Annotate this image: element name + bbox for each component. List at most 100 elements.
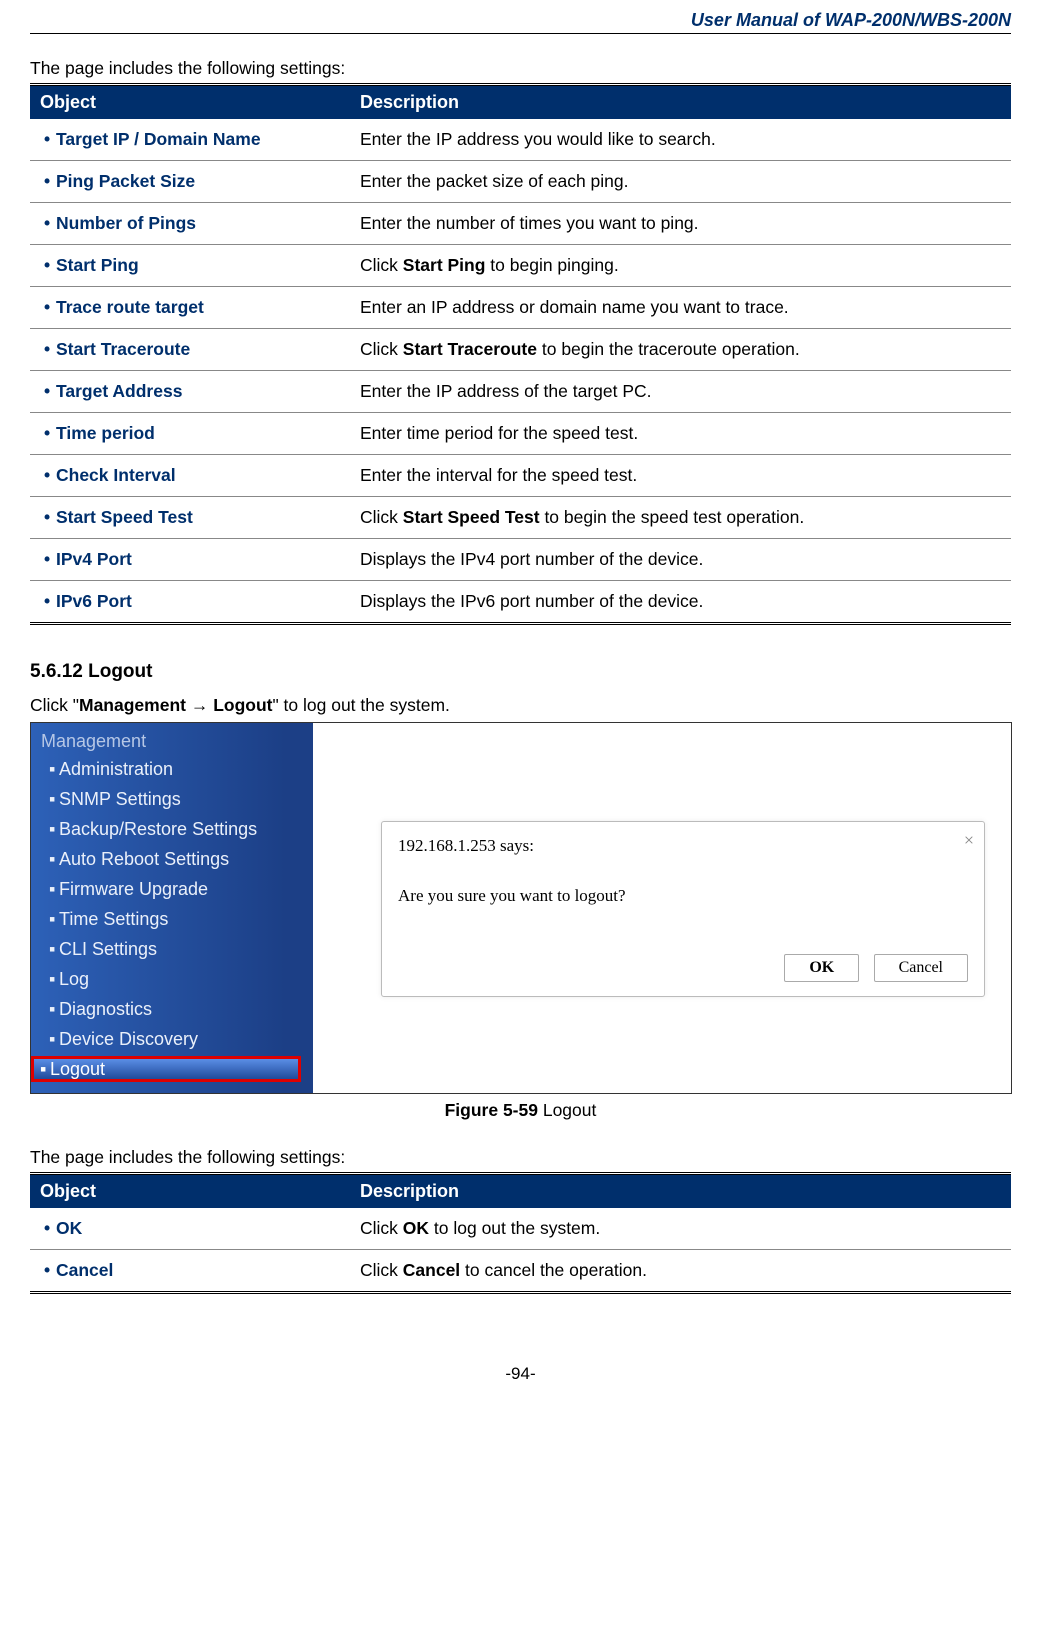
instr-pre: Click "	[30, 695, 79, 715]
dialog-message: Are you sure you want to logout?	[398, 886, 968, 906]
figure-caption: Figure 5-59 Logout	[30, 1100, 1011, 1121]
object-label: Time period	[56, 423, 155, 443]
sidebar-title: Management	[31, 729, 313, 754]
sidebar-item-label: Backup/Restore Settings	[59, 819, 257, 839]
logout-instruction: Click "Management → Logout" to log out t…	[30, 695, 1011, 716]
object-cell: •Target Address	[30, 371, 350, 413]
object-cell: •Trace route target	[30, 287, 350, 329]
description-cell: Displays the IPv6 port number of the dev…	[350, 581, 1011, 623]
description-cell: Enter the packet size of each ping.	[350, 161, 1011, 203]
object-label: Target IP / Domain Name	[56, 129, 261, 149]
sidebar-item-label: Log	[59, 969, 89, 989]
sidebar-item[interactable]: ▪Device Discovery	[31, 1024, 313, 1054]
settings-table-1-wrap: Object Description •Target IP / Domain N…	[30, 83, 1011, 625]
header-separator	[30, 33, 1011, 34]
object-label: Ping Packet Size	[56, 171, 195, 191]
table-row: •Start TracerouteClick Start Traceroute …	[30, 329, 1011, 371]
bullet-icon: ▪	[49, 846, 59, 872]
table-row: •Start PingClick Start Ping to begin pin…	[30, 245, 1011, 287]
desc-post: to cancel the operation.	[460, 1260, 647, 1280]
bullet-icon: ▪	[49, 966, 59, 992]
object-cell: •OK	[30, 1208, 350, 1250]
object-label: Trace route target	[56, 297, 204, 317]
bullet-icon: ▪	[49, 876, 59, 902]
desc-pre: Displays the IPv4 port number of the dev…	[360, 549, 703, 569]
object-label: Start Ping	[56, 255, 139, 275]
object-label: Check Interval	[56, 465, 176, 485]
sidebar-item-logout[interactable]: ▪ Logout	[31, 1056, 301, 1082]
table-row: •Number of PingsEnter the number of time…	[30, 203, 1011, 245]
close-icon[interactable]: ×	[964, 830, 974, 851]
sidebar-item[interactable]: ▪Backup/Restore Settings	[31, 814, 313, 844]
sidebar-item[interactable]: ▪SNMP Settings	[31, 784, 313, 814]
intro-text-2: The page includes the following settings…	[30, 1147, 1011, 1168]
dialog-button-row: OK Cancel	[398, 954, 968, 982]
object-cell: •IPv6 Port	[30, 581, 350, 623]
instr-post: " to log out the system.	[272, 695, 449, 715]
object-cell: •Time period	[30, 413, 350, 455]
object-cell: •Cancel	[30, 1250, 350, 1292]
description-cell: Click Cancel to cancel the operation.	[350, 1250, 1011, 1292]
description-cell: Enter an IP address or domain name you w…	[350, 287, 1011, 329]
description-cell: Enter the IP address you would like to s…	[350, 119, 1011, 161]
sidebar-item[interactable]: ▪Auto Reboot Settings	[31, 844, 313, 874]
logout-confirm-dialog: × 192.168.1.253 says: Are you sure you w…	[381, 821, 985, 997]
bullet-icon: •	[44, 129, 56, 150]
bullet-icon: ▪	[49, 996, 59, 1022]
section-heading-logout: 5.6.12 Logout	[30, 661, 1011, 683]
object-label: Start Traceroute	[56, 339, 190, 359]
figure-caption-bold: Figure 5-59	[445, 1100, 538, 1120]
cancel-button[interactable]: Cancel	[874, 954, 968, 982]
description-cell: Enter the number of times you want to pi…	[350, 203, 1011, 245]
desc-pre: Enter the IP address you would like to s…	[360, 129, 716, 149]
desc-pre: Displays the IPv6 port number of the dev…	[360, 591, 703, 611]
ok-button[interactable]: OK	[784, 954, 859, 982]
sidebar-item[interactable]: ▪Log	[31, 964, 313, 994]
settings-table-1: Object Description •Target IP / Domain N…	[30, 86, 1011, 622]
object-cell: •Target IP / Domain Name	[30, 119, 350, 161]
desc-bold: Cancel	[403, 1260, 460, 1280]
table-row: •OKClick OK to log out the system.	[30, 1208, 1011, 1250]
bullet-icon: ▪	[49, 936, 59, 962]
object-cell: •Check Interval	[30, 455, 350, 497]
figure-sidebar: Management ▪Administration▪SNMP Settings…	[31, 723, 313, 1093]
description-cell: Enter time period for the speed test.	[350, 413, 1011, 455]
settings-table-2-wrap: Object Description •OKClick OK to log ou…	[30, 1172, 1011, 1294]
object-label: Cancel	[56, 1260, 113, 1280]
desc-bold: Start Ping	[403, 255, 486, 275]
bullet-icon: •	[44, 591, 56, 612]
bullet-icon: •	[44, 465, 56, 486]
bullet-icon: ▪	[49, 816, 59, 842]
table-row: •Time periodEnter time period for the sp…	[30, 413, 1011, 455]
sidebar-item-label: Device Discovery	[59, 1029, 198, 1049]
sidebar-item[interactable]: ▪Diagnostics	[31, 994, 313, 1024]
desc-pre: Enter the number of times you want to pi…	[360, 213, 699, 233]
table1-header-description: Description	[350, 86, 1011, 119]
object-cell: •Ping Packet Size	[30, 161, 350, 203]
object-label: Number of Pings	[56, 213, 196, 233]
object-label: Target Address	[56, 381, 182, 401]
settings-table-2: Object Description •OKClick OK to log ou…	[30, 1175, 1011, 1291]
table-row: •Target IP / Domain Name Enter the IP add…	[30, 119, 1011, 161]
desc-bold: Start Speed Test	[403, 507, 540, 527]
bullet-icon: •	[44, 171, 56, 192]
bullet-icon: •	[44, 297, 56, 318]
desc-post: to begin pinging.	[485, 255, 618, 275]
doc-header-title: User Manual of WAP-200N/WBS-200N	[30, 10, 1011, 31]
sidebar-item-label: Time Settings	[59, 909, 168, 929]
sidebar-item-label: Administration	[59, 759, 173, 779]
dialog-title: 192.168.1.253 says:	[398, 836, 968, 856]
sidebar-item[interactable]: ▪Time Settings	[31, 904, 313, 934]
desc-pre: Click	[360, 1260, 403, 1280]
object-cell: •Start Ping	[30, 245, 350, 287]
bullet-icon: •	[44, 339, 56, 360]
sidebar-item[interactable]: ▪Firmware Upgrade	[31, 874, 313, 904]
bullet-icon: •	[44, 1260, 56, 1281]
desc-bold: Start Traceroute	[403, 339, 537, 359]
bullet-icon: •	[44, 1218, 56, 1239]
bullet-icon: •	[44, 381, 56, 402]
desc-pre: Enter an IP address or domain name you w…	[360, 297, 789, 317]
sidebar-item[interactable]: ▪Administration	[31, 754, 313, 784]
sidebar-item[interactable]: ▪CLI Settings	[31, 934, 313, 964]
object-cell: •IPv4 Port	[30, 539, 350, 581]
